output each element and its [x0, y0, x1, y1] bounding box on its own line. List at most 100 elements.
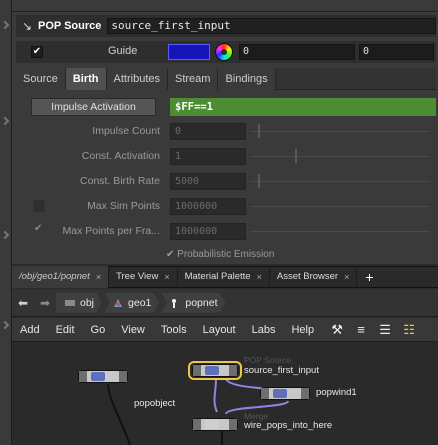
- node-name-label: wire_pops_into_here: [244, 420, 333, 431]
- param-row-impulse-count: Impulse Count 0: [16, 120, 436, 142]
- geometry-icon: [112, 298, 124, 308]
- max-points-per-frame-field[interactable]: 1000000: [170, 223, 246, 240]
- network-editor[interactable]: POP Source source_first_input popwind1 p…: [12, 342, 438, 445]
- tree-icon[interactable]: ≡: [352, 322, 370, 338]
- menu-help[interactable]: Help: [283, 324, 322, 336]
- param-row-const-activation: Const. Activation 1: [16, 145, 436, 167]
- pop-wind-node-icon: [273, 389, 287, 398]
- impulse-activation-row: Impulse Activation $FF==1: [16, 95, 436, 117]
- menu-go[interactable]: Go: [83, 324, 114, 336]
- tab-label: /obj/geo1/popnet: [19, 271, 90, 282]
- expand-check-icon: ✔: [166, 249, 178, 260]
- tab-source[interactable]: Source: [16, 68, 66, 90]
- max-points-per-frame-slider[interactable]: [250, 231, 430, 232]
- forward-arrow-icon[interactable]: ➡: [34, 296, 56, 310]
- guide-value-2[interactable]: 0: [359, 44, 434, 60]
- wrench-icon[interactable]: ⚒: [328, 322, 346, 338]
- tab-material-palette[interactable]: Material Palette ×: [178, 266, 270, 288]
- node-name-label: popobject: [134, 398, 176, 409]
- grid-icon[interactable]: ☷: [400, 322, 418, 338]
- slider-handle[interactable]: [258, 174, 260, 188]
- param-label: Const. Birth Rate: [80, 175, 160, 187]
- color-wheel-icon[interactable]: [215, 43, 233, 61]
- tab-attributes[interactable]: Attributes: [106, 68, 168, 90]
- guide-label: Guide: [108, 45, 138, 57]
- parameter-tabs: Source Birth Attributes Stream Bindings: [16, 68, 436, 90]
- tab-tree-view[interactable]: Tree View ×: [109, 266, 178, 288]
- breadcrumb-geo1[interactable]: geo1: [104, 293, 159, 313]
- pane-tab-bar: /obj/geo1/popnet × Tree View × Material …: [12, 266, 438, 288]
- breadcrumb-label: obj: [80, 296, 95, 309]
- const-birth-rate-field[interactable]: 5000: [170, 173, 246, 190]
- node-popobject[interactable]: [78, 370, 128, 383]
- tab-label: Asset Browser: [276, 271, 339, 282]
- guide-checkbox[interactable]: ✔: [31, 46, 43, 58]
- tab-asset-browser[interactable]: Asset Browser ×: [270, 266, 358, 288]
- node-popwind1[interactable]: [260, 387, 310, 400]
- guide-color-swatch[interactable]: [168, 44, 210, 60]
- param-row-max-sim-points: Max Sim Points 1000000: [16, 195, 436, 217]
- popnet-icon: [169, 298, 181, 308]
- merge-node-icon: [205, 420, 219, 429]
- param-label: Impulse Count: [92, 125, 160, 137]
- param-row-const-birth-rate: Const. Birth Rate 5000: [16, 170, 436, 192]
- slider-handle[interactable]: [295, 149, 297, 163]
- const-activation-slider[interactable]: [250, 149, 430, 163]
- probabilistic-emission-row[interactable]: ✔ Probabilistic Emission: [166, 249, 274, 260]
- menu-view[interactable]: View: [113, 324, 153, 336]
- node-wire-pops-into-here[interactable]: [192, 418, 238, 431]
- collapse-arrow-icon[interactable]: [0, 116, 10, 126]
- pop-source-icon: ↘: [21, 19, 33, 33]
- collapse-arrow-icon[interactable]: [0, 20, 10, 30]
- close-icon[interactable]: ×: [164, 266, 169, 288]
- impulse-count-field[interactable]: 0: [170, 123, 246, 140]
- close-icon[interactable]: ×: [257, 266, 262, 288]
- tab-label: Tree View: [116, 271, 159, 282]
- object-network-icon: [64, 298, 76, 308]
- list-view-icon[interactable]: ☰: [376, 322, 394, 338]
- breadcrumb-label: geo1: [128, 296, 152, 309]
- add-tab-icon[interactable]: +: [357, 269, 381, 285]
- tab-stream[interactable]: Stream: [168, 68, 219, 90]
- guide-value-1[interactable]: 0: [239, 44, 355, 60]
- tab-bindings[interactable]: Bindings: [218, 68, 276, 90]
- impulse-count-slider[interactable]: [250, 124, 430, 138]
- tab-birth[interactable]: Birth: [65, 68, 107, 90]
- back-arrow-icon[interactable]: ⬅: [12, 296, 34, 310]
- const-birth-rate-slider[interactable]: [250, 174, 430, 188]
- node-type-label: POP Source: [244, 355, 292, 365]
- param-row-max-points-per-frame: ✔ Max Points per Fra... 1000000: [16, 220, 436, 242]
- breadcrumb-obj[interactable]: obj: [56, 293, 102, 313]
- guide-row: ✔ Guide 0 0: [16, 41, 436, 63]
- menu-add[interactable]: Add: [12, 324, 48, 336]
- pop-source-node-icon: [205, 366, 219, 375]
- impulse-activation-field[interactable]: $FF==1: [170, 98, 436, 116]
- max-sim-points-field[interactable]: 1000000: [170, 198, 246, 215]
- node-name-field[interactable]: source_first_input: [107, 18, 436, 34]
- menu-tools[interactable]: Tools: [153, 324, 195, 336]
- breadcrumb-popnet[interactable]: popnet: [161, 293, 225, 313]
- close-icon[interactable]: ×: [96, 266, 101, 288]
- network-menu-bar: Add Edit Go View Tools Layout Labs Help …: [12, 318, 438, 342]
- menu-edit[interactable]: Edit: [48, 324, 83, 336]
- top-strip: [12, 0, 438, 12]
- node-name-label: popwind1: [316, 387, 357, 398]
- node-name-label: source_first_input: [244, 365, 319, 376]
- pop-object-node-icon: [91, 372, 105, 381]
- node-source-first-input[interactable]: [192, 364, 238, 377]
- probabilistic-emission-label: Probabilistic Emission: [177, 249, 275, 260]
- breadcrumb-label: popnet: [185, 296, 218, 309]
- const-activation-field[interactable]: 1: [170, 148, 246, 165]
- collapse-arrow-icon[interactable]: [0, 320, 10, 330]
- max-sim-points-slider[interactable]: [250, 206, 430, 207]
- menu-layout[interactable]: Layout: [195, 324, 244, 336]
- tab-network-path[interactable]: /obj/geo1/popnet ×: [12, 266, 110, 288]
- collapse-arrow-icon[interactable]: [0, 230, 10, 240]
- impulse-activation-label[interactable]: Impulse Activation: [31, 98, 156, 116]
- operator-type-label: POP Source: [38, 20, 102, 32]
- menu-labs[interactable]: Labs: [244, 324, 284, 336]
- param-label: Max Points per Fra...: [62, 225, 160, 237]
- node-title-row: ↘ POP Source source_first_input: [16, 15, 436, 37]
- slider-handle[interactable]: [258, 124, 260, 138]
- close-icon[interactable]: ×: [344, 266, 349, 288]
